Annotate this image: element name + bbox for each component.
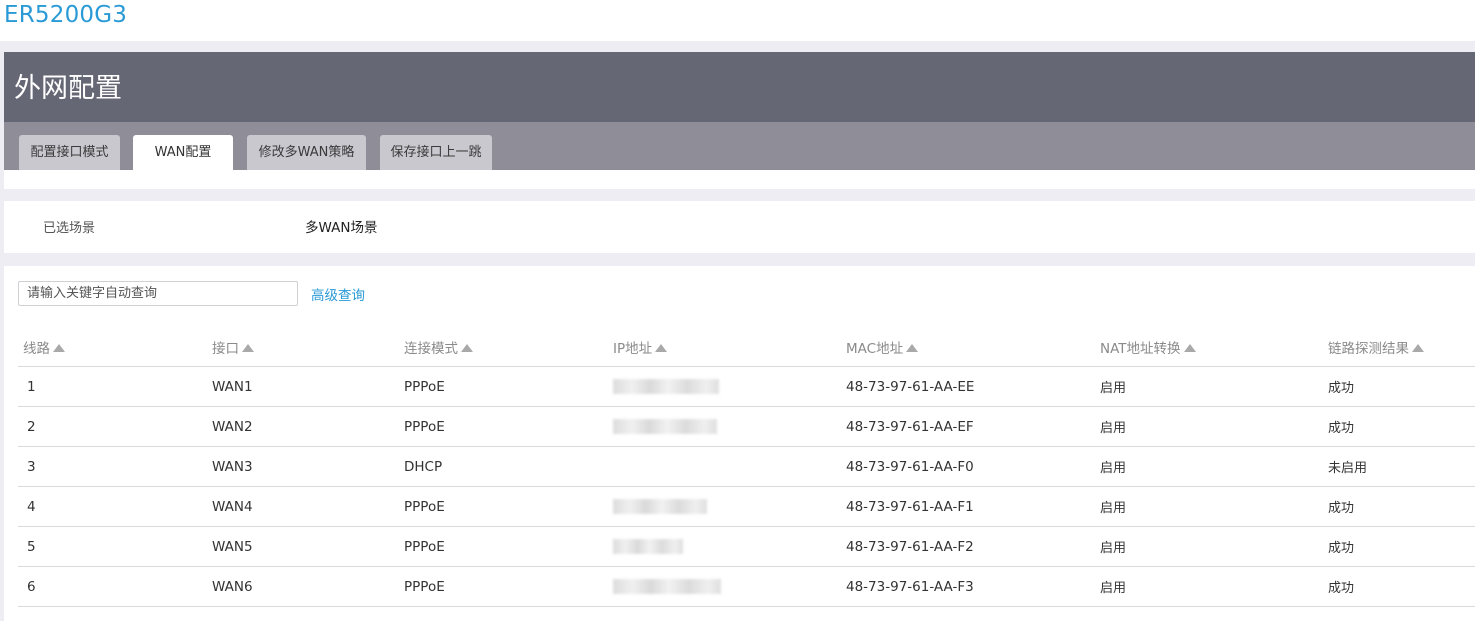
cell-probe: 成功: [1328, 526, 1475, 567]
cell-mode: PPPoE: [404, 406, 613, 447]
cell-mac: 48-73-97-61-AA-F1: [846, 486, 1100, 527]
redacted-ip: [613, 379, 719, 394]
cell-nat: 启用: [1100, 526, 1328, 567]
cell-mode: PPPoE: [404, 366, 613, 407]
wan-list-panel: 高级查询 线路 接口 连接模式 IP地址 MAC地址 NAT地址转换 链路探测结…: [4, 266, 1475, 621]
cell-line: 2: [18, 406, 212, 447]
cell-line: 3: [18, 446, 212, 487]
column-header-mode[interactable]: 连接模式: [404, 328, 613, 367]
sort-arrow-icon: [906, 344, 919, 352]
cell-ip: [613, 366, 846, 407]
table-header-row: 线路 接口 连接模式 IP地址 MAC地址 NAT地址转换 链路探测结果: [18, 328, 1475, 367]
cell-probe: 成功: [1328, 486, 1475, 527]
column-header-ip[interactable]: IP地址: [613, 328, 846, 367]
cell-nat: 启用: [1100, 406, 1328, 447]
table-row[interactable]: 5 WAN5 PPPoE 48-73-97-61-AA-F2 启用 成功: [18, 526, 1475, 567]
cell-mac: 48-73-97-61-AA-EF: [846, 406, 1100, 447]
cell-line: 5: [18, 526, 212, 567]
cell-mac: 48-73-97-61-AA-F3: [846, 566, 1100, 607]
device-model-title: ER5200G3: [4, 2, 128, 28]
cell-mac: 48-73-97-61-AA-F0: [846, 446, 1100, 487]
cell-ip: [613, 566, 846, 607]
cell-interface: WAN6: [212, 566, 404, 607]
cell-ip: [613, 526, 846, 567]
page-title: 外网配置: [14, 73, 122, 104]
column-header-interface[interactable]: 接口: [212, 328, 404, 367]
table-row[interactable]: 2 WAN2 PPPoE 48-73-97-61-AA-EF 启用 成功: [18, 406, 1475, 447]
scene-panel: 已选场景 多WAN场景: [4, 201, 1475, 253]
table-row[interactable]: 3 WAN3 DHCP 48-73-97-61-AA-F0 启用 未启用: [18, 446, 1475, 487]
tab-bar: 配置接口模式 WAN配置 修改多WAN策略 保存接口上一跳: [4, 122, 1475, 170]
cell-interface: WAN2: [212, 406, 404, 447]
cell-ip: [613, 406, 846, 447]
sort-arrow-icon: [655, 344, 668, 352]
table-row[interactable]: 1 WAN1 PPPoE 48-73-97-61-AA-EE 启用 成功: [18, 366, 1475, 407]
table-row[interactable]: 6 WAN6 PPPoE 48-73-97-61-AA-F3 启用 成功: [18, 566, 1475, 607]
top-bar: ER5200G3: [0, 0, 1475, 41]
cell-ip: [613, 446, 846, 487]
cell-nat: 启用: [1100, 486, 1328, 527]
table-row[interactable]: 4 WAN4 PPPoE 48-73-97-61-AA-F1 启用 成功: [18, 486, 1475, 527]
cell-mode: PPPoE: [404, 566, 613, 607]
wan-table: 线路 接口 连接模式 IP地址 MAC地址 NAT地址转换 链路探测结果 1 W…: [18, 328, 1475, 607]
cell-interface: WAN1: [212, 366, 404, 407]
cell-line: 6: [18, 566, 212, 607]
sort-arrow-icon: [53, 344, 65, 352]
column-header-line[interactable]: 线路: [18, 328, 212, 367]
redacted-ip: [613, 539, 683, 554]
advanced-search-link[interactable]: 高级查询: [311, 284, 365, 304]
cell-nat: 启用: [1100, 566, 1328, 607]
scene-value: 多WAN场景: [305, 220, 378, 236]
cell-mac: 48-73-97-61-AA-EE: [846, 366, 1100, 407]
page-header: 外网配置: [4, 52, 1475, 122]
sort-arrow-icon: [1412, 344, 1424, 352]
tab-content-strip: [4, 170, 1475, 189]
search-input[interactable]: [18, 281, 298, 306]
cell-probe: 成功: [1328, 406, 1475, 447]
cell-interface: WAN5: [212, 526, 404, 567]
tab-wan-config[interactable]: WAN配置: [133, 135, 233, 170]
cell-probe: 成功: [1328, 566, 1475, 607]
cell-nat: 启用: [1100, 366, 1328, 407]
column-header-mac[interactable]: MAC地址: [846, 328, 1100, 367]
scene-label: 已选场景: [43, 221, 96, 236]
sort-arrow-icon: [461, 344, 473, 352]
cell-interface: WAN3: [212, 446, 404, 487]
column-header-nat[interactable]: NAT地址转换: [1100, 328, 1328, 367]
column-header-probe[interactable]: 链路探测结果: [1328, 328, 1475, 367]
tab-multi-wan-policy[interactable]: 修改多WAN策略: [247, 135, 366, 170]
cell-mac: 48-73-97-61-AA-F2: [846, 526, 1100, 567]
tab-interface-mode[interactable]: 配置接口模式: [19, 135, 120, 170]
cell-ip: [613, 486, 846, 527]
cell-line: 4: [18, 486, 212, 527]
cell-line: 1: [18, 366, 212, 407]
cell-mode: DHCP: [404, 446, 613, 487]
cell-mode: PPPoE: [404, 526, 613, 567]
cell-nat: 启用: [1100, 446, 1328, 487]
sort-arrow-icon: [242, 344, 254, 352]
cell-probe: 未启用: [1328, 446, 1475, 487]
redacted-ip: [613, 579, 721, 594]
tab-save-next-hop[interactable]: 保存接口上一跳: [380, 135, 492, 170]
sort-arrow-icon: [1183, 344, 1196, 352]
cell-probe: 成功: [1328, 366, 1475, 407]
redacted-ip: [613, 419, 717, 434]
redacted-ip: [613, 499, 707, 514]
cell-mode: PPPoE: [404, 486, 613, 527]
cell-interface: WAN4: [212, 486, 404, 527]
